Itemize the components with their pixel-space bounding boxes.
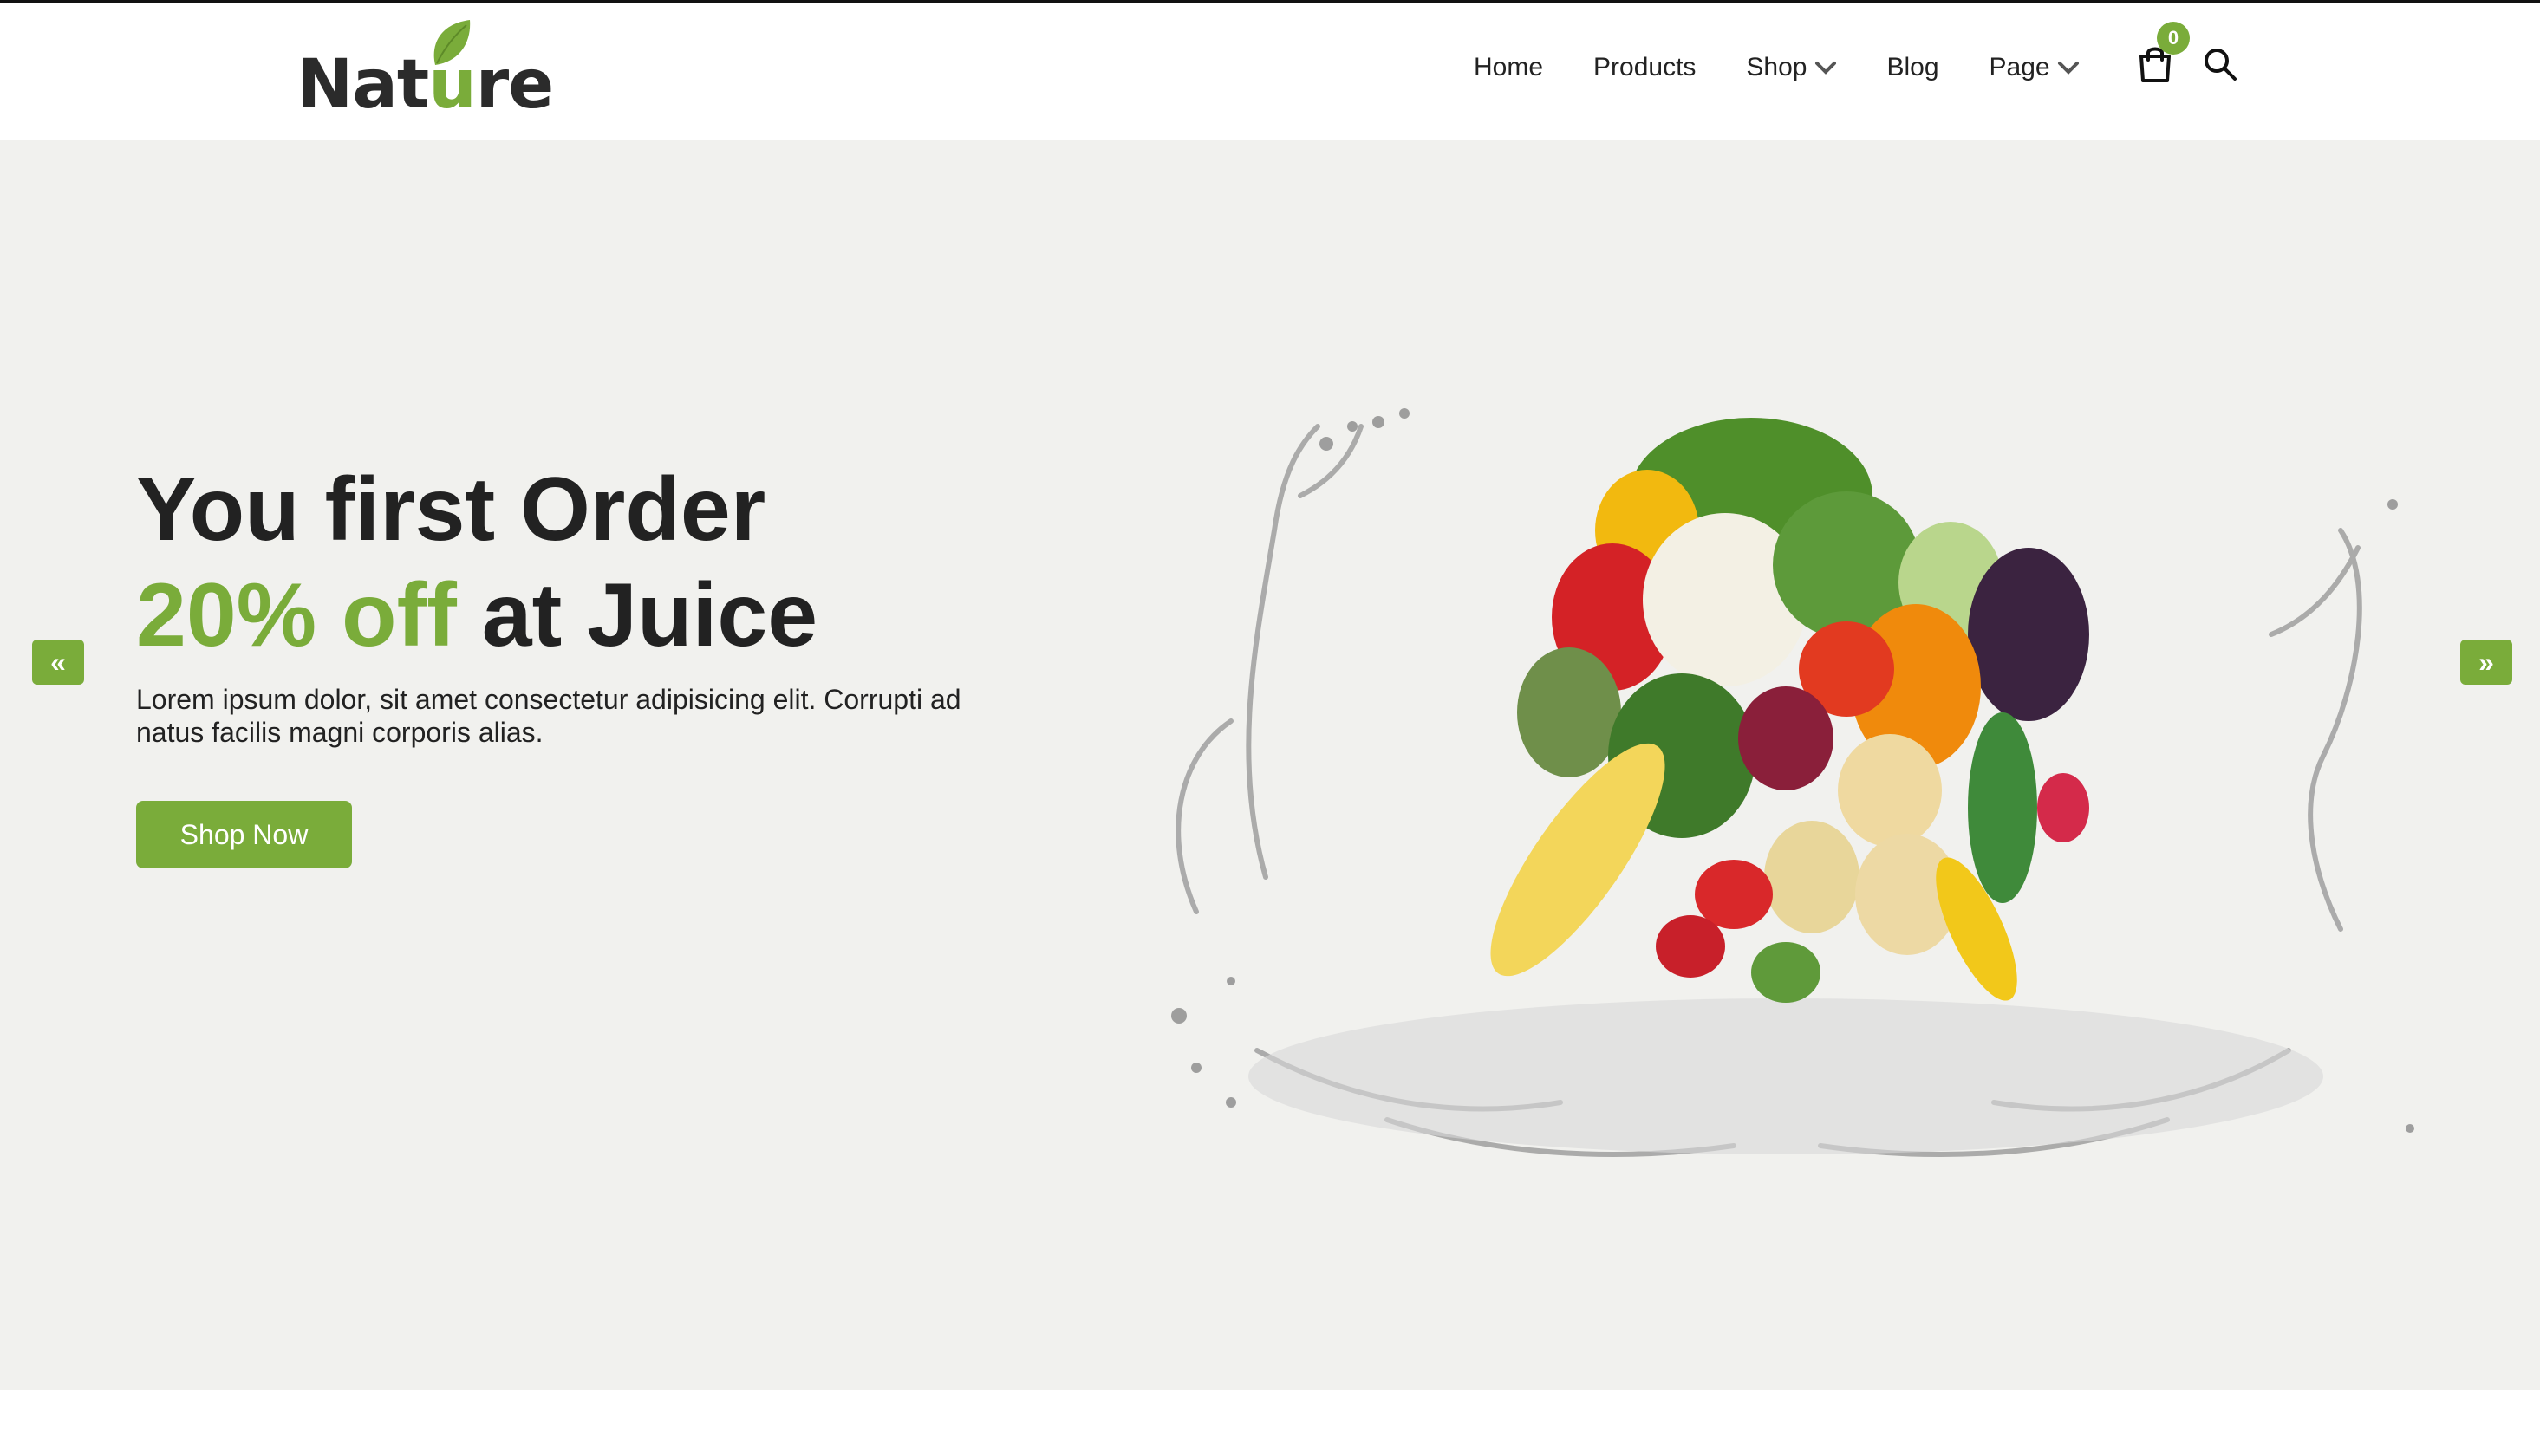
vegetables-splash-image	[1171, 408, 2414, 1157]
cart-count-badge: 0	[2157, 22, 2190, 55]
logo-text: Nature	[296, 46, 554, 124]
nav-blog[interactable]: Blog	[1887, 53, 1939, 82]
nav-home[interactable]: Home	[1474, 53, 1543, 82]
hero-description: Lorem ipsum dolor, sit amet consectetur …	[136, 684, 961, 748]
hero-slider: « » You first Order 20% off at Juice Lor…	[0, 140, 2540, 1390]
search-icon[interactable]	[2202, 46, 2238, 82]
hero-title-line1: You first Order	[136, 459, 766, 560]
hero-title: You first Order 20% off at Juice	[136, 457, 817, 668]
nav-page[interactable]: Page	[1990, 53, 2080, 82]
site-header: Nature Home Products Shop Blog Page 0	[0, 3, 2540, 140]
hero-title-accent: 20% off	[136, 565, 457, 666]
logo[interactable]: Nature	[296, 13, 554, 124]
chevron-down-icon	[1814, 62, 1836, 75]
slider-prev-button[interactable]: «	[32, 640, 84, 685]
nav-products[interactable]: Products	[1593, 53, 1696, 82]
shop-now-button[interactable]: Shop Now	[136, 801, 352, 868]
nav-shop[interactable]: Shop	[1746, 53, 1836, 82]
main-nav: Home Products Shop Blog Page	[1474, 3, 2130, 133]
slider-next-button[interactable]: »	[2460, 640, 2512, 685]
chevron-down-icon	[2057, 62, 2079, 75]
hero-title-rest: at Juice	[456, 565, 818, 666]
